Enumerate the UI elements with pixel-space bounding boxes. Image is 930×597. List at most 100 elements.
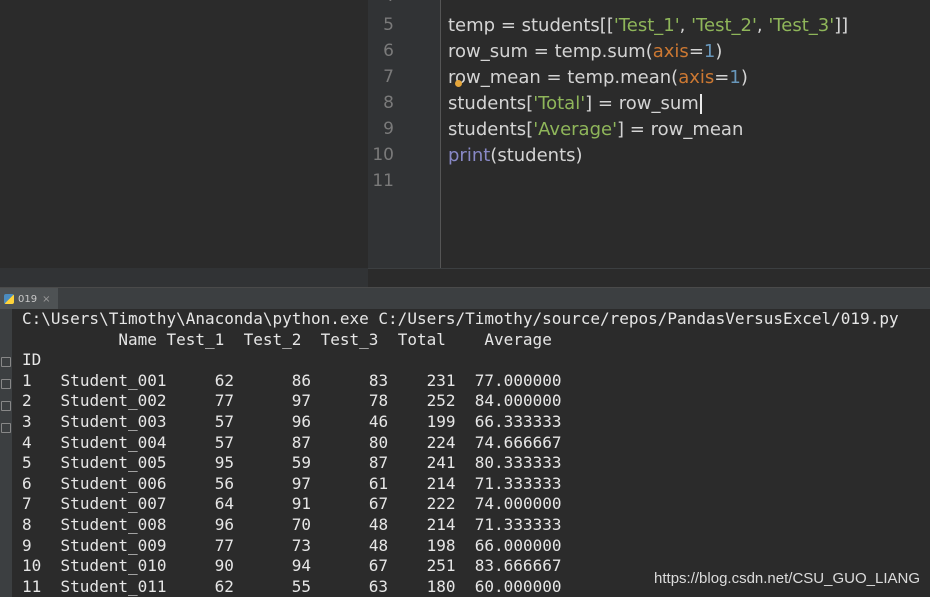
console-cell-total: 214 [426, 515, 456, 534]
soft-wrap-icon[interactable] [1, 357, 11, 367]
console-cell-id: 4 [22, 432, 32, 452]
console-cell-t3: 67 [368, 556, 389, 576]
console-cell-id: 9 [22, 535, 32, 555]
console-data-row: 1 Student_001 62 86 83 231 77.000000 [22, 371, 561, 392]
console-cell-id: 8 [22, 515, 32, 534]
project-pane [0, 0, 368, 287]
code-token: 'Test_3' [768, 15, 835, 36]
console-data-row: 5 Student_005 95 59 87 241 80.333333 [22, 453, 561, 474]
console-cell-avg: 60.000000 [474, 576, 562, 596]
run-tool-tabbar: 019 × [0, 287, 930, 311]
console-cell-name: Student_003 [60, 412, 167, 431]
code-token: 1 [703, 41, 716, 62]
line-number: 4 [368, 0, 394, 6]
console-cell-t3: 80 [368, 432, 389, 452]
code-token: axis [652, 41, 689, 62]
console-cell-name: Student_004 [60, 432, 167, 452]
console-cell-name: Student_007 [60, 494, 167, 514]
console-cell-avg: 77.000000 [474, 370, 562, 390]
intention-bulb-icon[interactable] [455, 80, 462, 87]
console-data-row: 7 Student_007 64 91 67 222 74.000000 [22, 494, 561, 515]
code-token: ] = row_sum [585, 93, 699, 114]
run-tab[interactable]: 019 × [0, 288, 58, 310]
code-token: = [688, 41, 704, 62]
console-data-row: 9 Student_009 77 73 48 198 66.000000 [22, 536, 561, 557]
code-token: , [756, 15, 769, 36]
console-data-row: 2 Student_002 77 97 78 252 84.000000 [22, 391, 561, 412]
console-cell-avg: 71.333333 [474, 515, 562, 534]
python-icon [4, 294, 14, 304]
line-number: 9 [383, 119, 394, 139]
console-cell-t3: 63 [368, 576, 389, 596]
console-cell-avg: 84.000000 [474, 391, 562, 411]
scroll-to-end-icon[interactable] [1, 379, 11, 389]
console-column-header: Total [397, 329, 446, 349]
code-editor[interactable]: temp = students[['Test_1', 'Test_2', 'Te… [441, 0, 930, 268]
console-cell-avg: 66.333333 [474, 412, 562, 431]
console-cell-t1: 56 [214, 473, 234, 493]
code-token: 1 [729, 67, 741, 88]
code-token: temp = students[[ [448, 15, 614, 36]
console-cell-name: Student_002 [60, 391, 167, 411]
console-cell-t2: 91 [291, 494, 312, 514]
code-token: ] = row_mean [617, 119, 744, 140]
delete-icon[interactable] [1, 423, 11, 433]
code-token: row_mean = temp.mean( [448, 67, 679, 88]
close-icon[interactable]: × [42, 294, 50, 305]
console-cell-id: 5 [22, 453, 32, 473]
console-output[interactable]: C:\Users\Timothy\Anaconda\python.exe C:/… [12, 309, 930, 597]
editor-scroll-footer [368, 268, 930, 288]
line-number: 11 [372, 171, 394, 191]
console-data-row: 10 Student_010 90 94 67 251 83.666667 [22, 556, 561, 577]
code-token: axis [678, 67, 715, 88]
console-cell-t3: 48 [368, 515, 389, 534]
console-cell-avg: 74.666667 [474, 432, 562, 452]
console-column-header: Test_1 [166, 329, 225, 349]
console-cell-t3: 87 [368, 453, 389, 473]
code-line: print(students) [448, 143, 583, 169]
console-column-header: Average [484, 329, 552, 349]
console-data-row: 4 Student_004 57 87 80 224 74.666667 [22, 433, 561, 454]
run-toolbar [0, 309, 12, 597]
console-data-row: 3 Student_003 57 96 46 199 66.333333 [22, 412, 561, 433]
code-token: students[ [448, 119, 534, 140]
code-token: ]] [834, 15, 849, 36]
console-cell-t2: 59 [291, 453, 312, 473]
console-cell-id: 2 [22, 391, 32, 411]
code-token: = [714, 67, 730, 88]
console-cell-total: 231 [426, 370, 456, 390]
code-token: 'Test_1' [613, 15, 680, 36]
code-line: temp = students[['Test_1', 'Test_2', 'Te… [448, 13, 848, 39]
console-cell-t1: 95 [214, 453, 234, 473]
console-cell-total: 198 [426, 535, 456, 555]
console-cell-t1: 77 [214, 535, 234, 555]
code-token: 'Total' [533, 93, 586, 114]
console-cell-name: Student_010 [60, 556, 167, 576]
editor-region: 4 5 6 7 8 9 10 11 temp = students[['Test… [0, 0, 930, 288]
console-header-row: Name Test_1 Test_2 Test_3 Total Average [22, 330, 552, 351]
console-cell-t1: 57 [214, 412, 234, 431]
console-cell-t2: 73 [291, 535, 312, 555]
console-cell-t1: 64 [214, 494, 234, 514]
print-icon[interactable] [1, 401, 11, 411]
console-cell-name: Student_005 [60, 453, 167, 473]
console-index-name: ID [22, 350, 42, 370]
console-cell-id: 10 [22, 556, 42, 576]
console-command-line: C:\Users\Timothy\Anaconda\python.exe C:/… [22, 309, 899, 328]
console-cell-name: Student_008 [60, 515, 167, 534]
code-token: print [448, 145, 491, 166]
console-cell-id: 6 [22, 473, 32, 493]
project-pane-footer [0, 268, 368, 287]
console-cell-id: 3 [22, 412, 32, 431]
console-cell-t1: 62 [214, 576, 234, 596]
console-column-header: Name [118, 329, 157, 349]
console-cell-t1: 90 [214, 556, 234, 576]
code-line: row_sum = temp.sum(axis=1) [448, 39, 722, 65]
console-data-row: 6 Student_006 56 97 61 214 71.333333 [22, 474, 561, 495]
console-cell-t2: 55 [291, 576, 311, 596]
code-token: (students) [490, 145, 583, 166]
console-cell-name: Student_001 [60, 370, 167, 390]
line-number: 7 [383, 67, 394, 87]
console-cell-t2: 97 [291, 473, 312, 493]
console-cell-avg: 71.333333 [474, 473, 562, 493]
